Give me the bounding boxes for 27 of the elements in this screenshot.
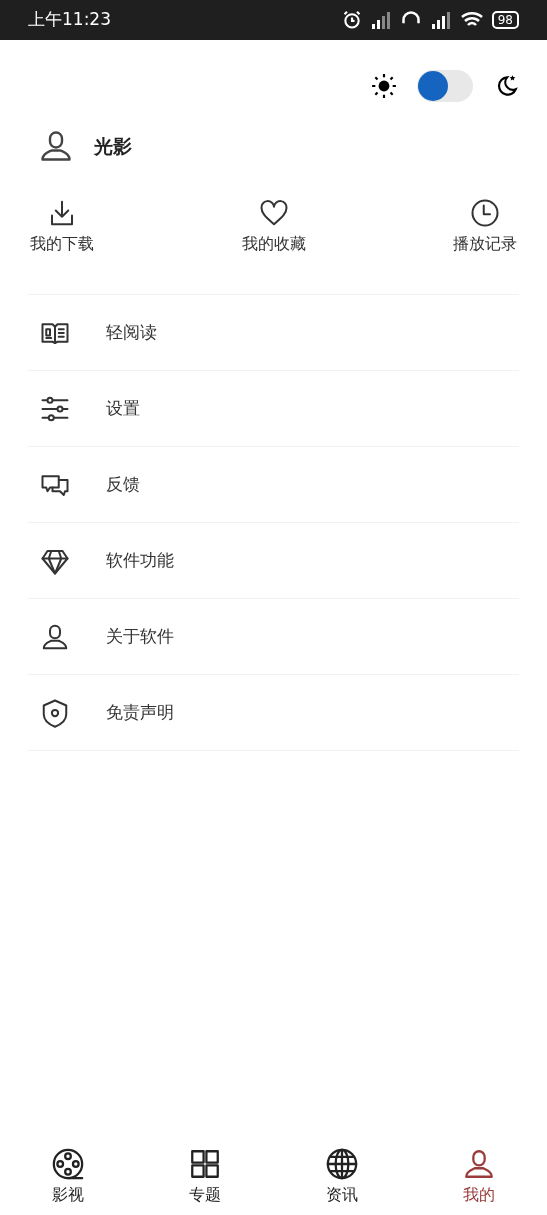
quick-action-button[interactable]: 我的下载	[30, 198, 94, 256]
quick-action-button[interactable]: 播放记录	[453, 198, 517, 256]
quick-action-button[interactable]: 我的收藏	[241, 198, 306, 256]
menu-item[interactable]: 反馈	[28, 447, 519, 523]
user-name: 光影	[94, 133, 132, 159]
shield-icon	[40, 697, 70, 728]
nav-tab[interactable]: 资讯	[301, 1147, 382, 1207]
status-time: 上午11:23	[28, 8, 111, 32]
signal-icon	[429, 10, 452, 30]
nav-tab[interactable]: 影视	[28, 1147, 109, 1207]
menu-item[interactable]: 轻阅读	[28, 295, 519, 371]
nav-tab[interactable]: 我的	[438, 1147, 519, 1207]
menu-item[interactable]: 软件功能	[28, 523, 519, 599]
menu-item[interactable]: 免责声明	[28, 675, 519, 751]
globe-icon	[324, 1147, 359, 1181]
person-icon	[38, 128, 74, 164]
nav-tab[interactable]: 专题	[165, 1147, 246, 1207]
menu-item[interactable]: 设置	[28, 371, 519, 447]
sun-icon	[371, 73, 397, 99]
theme-switch[interactable]	[417, 70, 473, 102]
menu-item[interactable]: 关于软件	[28, 599, 519, 675]
film-reel-icon	[51, 1147, 86, 1181]
heart-icon	[258, 198, 289, 228]
battery-indicator: 98	[491, 11, 519, 29]
signal-icon	[369, 10, 392, 30]
alarm-icon	[341, 10, 362, 30]
clock-icon	[470, 198, 500, 228]
